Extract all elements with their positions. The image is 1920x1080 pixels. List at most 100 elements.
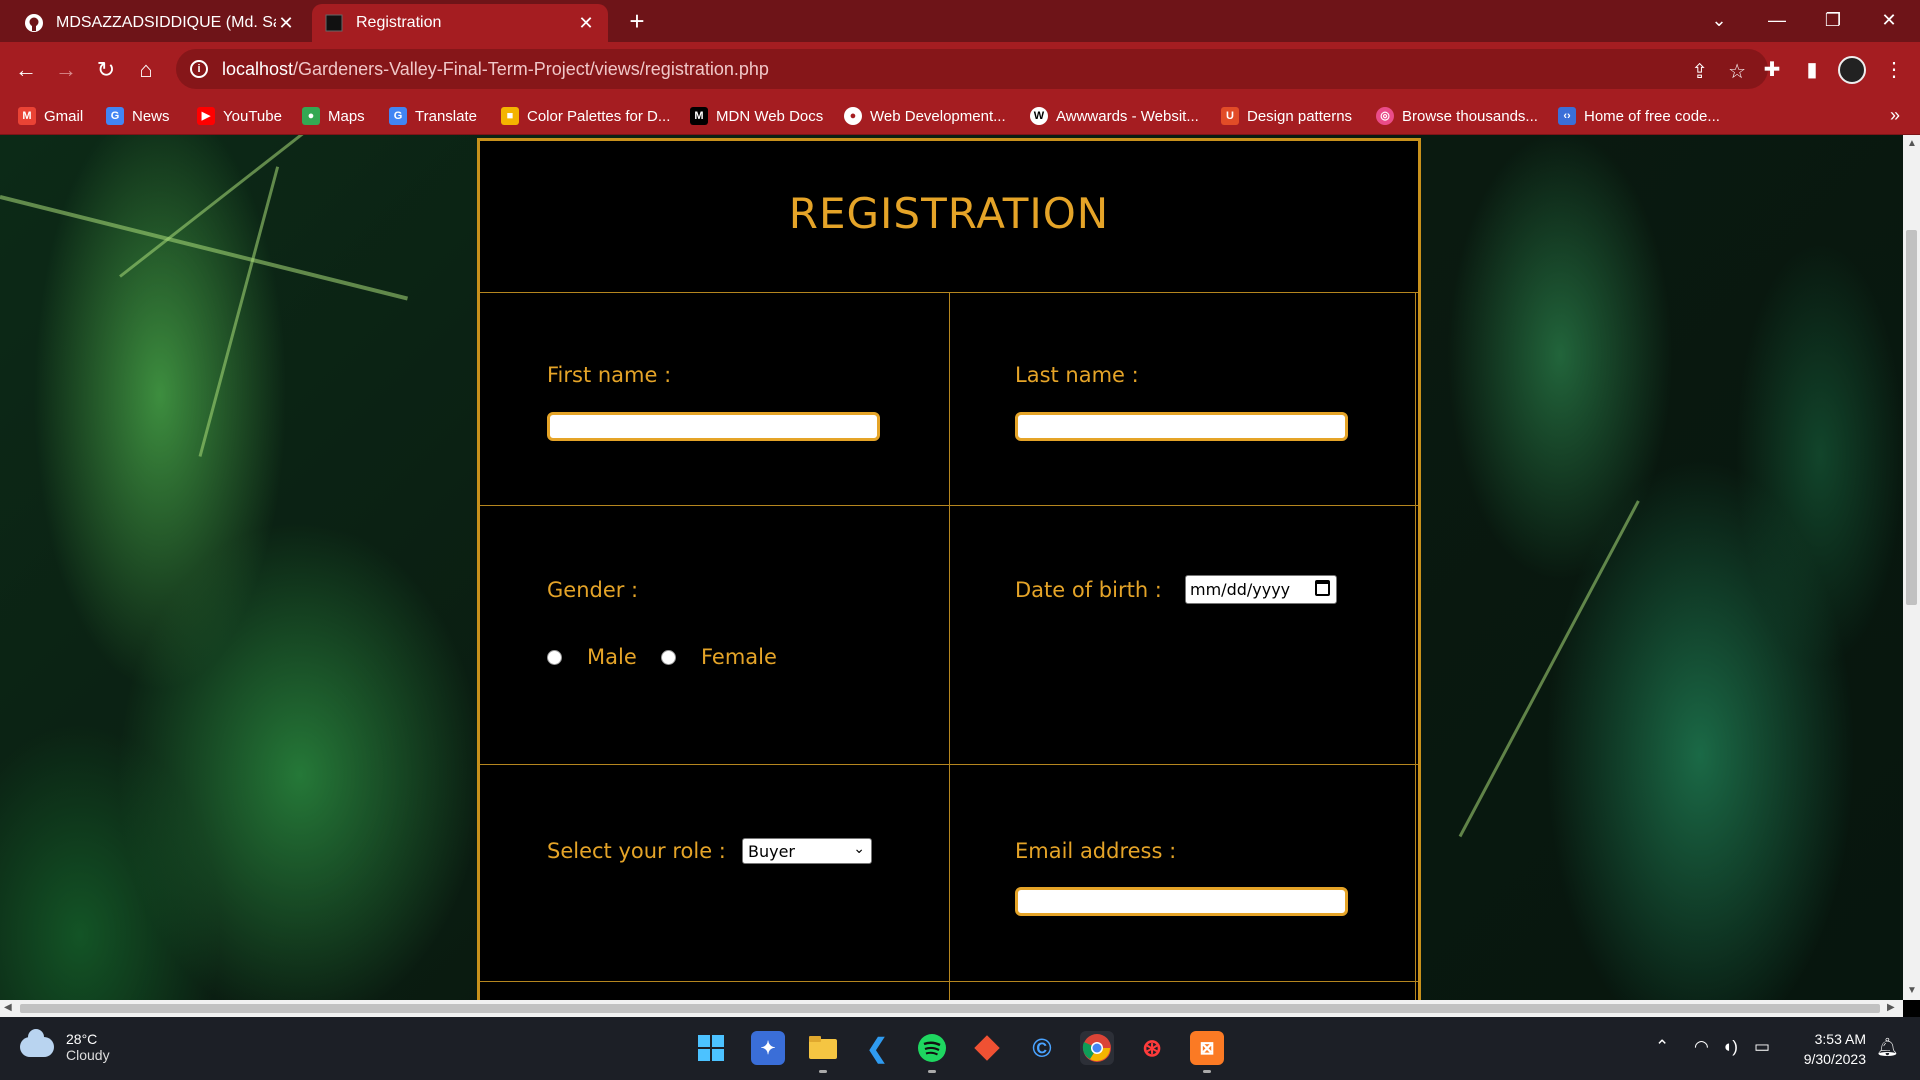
bookmarks-bar: M Gmail G News ▶ YouTube ● Maps G Transl… [0, 97, 1920, 135]
leaf-vein [1458, 500, 1640, 838]
bookmark-label: Color Palettes for D... [527, 107, 671, 125]
home-icon[interactable]: ⌂ [130, 54, 162, 86]
bookmark-awwwards[interactable]: W Awwwards - Websit... [1030, 105, 1199, 127]
bookmark-color-palettes[interactable]: ■ Color Palettes for D... [501, 105, 670, 127]
email-label: Email address : [1015, 839, 1177, 863]
gender-male-label: Male [587, 645, 637, 669]
bookmark-translate[interactable]: G Translate [389, 105, 477, 127]
scroll-left-icon[interactable]: ◀ [4, 1002, 12, 1013]
reload-icon[interactable]: ↻ [90, 54, 122, 86]
star-icon[interactable]: ☆ [1728, 59, 1746, 84]
bookmark-maps[interactable]: ● Maps [302, 105, 365, 127]
bookmark-label: MDN Web Docs [716, 107, 824, 125]
first-name-input[interactable] [547, 412, 880, 441]
github-icon [24, 13, 44, 33]
horizontal-scrollbar[interactable]: ◀ ▶ [0, 1000, 1903, 1017]
maps-icon: ● [302, 107, 320, 125]
browser-toolbar: ← → ↻ ⌂ i localhost/Gardeners-Valley-Fin… [0, 42, 1920, 97]
close-icon[interactable]: ✕ [576, 13, 596, 34]
email-input[interactable] [1015, 887, 1348, 916]
weather-description: Cloudy [66, 1047, 110, 1063]
gender-female-radio[interactable] [661, 650, 676, 665]
last-name-label: Last name : [1015, 363, 1139, 387]
awwwards-icon: W [1030, 107, 1048, 125]
minimize-button[interactable]: — [1750, 0, 1804, 42]
tab-title: MDSAZZADSIDDIQUE (Md. Sazz [56, 14, 276, 31]
date-of-birth-input[interactable]: mm/dd/yyyy [1185, 575, 1337, 604]
bookmark-label: Awwwards - Websit... [1056, 107, 1199, 125]
bookmark-news[interactable]: G News [106, 105, 170, 127]
windows-start-icon[interactable] [694, 1031, 728, 1065]
file-explorer-icon[interactable] [806, 1031, 840, 1073]
tab-search-icon[interactable]: ⌄ [1692, 0, 1746, 42]
tab-title: Registration [356, 14, 442, 31]
avatar[interactable] [1838, 56, 1866, 84]
bookmark-mdn[interactable]: M MDN Web Docs [690, 105, 823, 127]
bookmark-dribbble[interactable]: ◎ Browse thousands... [1376, 105, 1538, 127]
page-viewport: REGISTRATION First name : Last name : Ge… [0, 135, 1903, 1000]
chrome-icon[interactable] [1080, 1031, 1114, 1065]
scroll-up-icon[interactable]: ▲ [1907, 138, 1917, 149]
weather-widget[interactable]: 28°C Cloudy [20, 1029, 110, 1063]
close-icon[interactable]: ✕ [276, 13, 296, 34]
forward-arrow-icon[interactable]: → [50, 54, 82, 86]
scroll-down-icon[interactable]: ▼ [1907, 985, 1917, 996]
wifi-icon[interactable]: ◠ [1694, 1037, 1709, 1057]
extensions-icon[interactable]: ✚ [1756, 54, 1788, 86]
bookmark-youtube[interactable]: ▶ YouTube [197, 105, 282, 127]
page-icon [324, 13, 344, 33]
c-app-icon[interactable]: © [1025, 1031, 1059, 1065]
menu-icon[interactable]: ⋮ [1878, 54, 1910, 86]
bookmark-free-code[interactable]: ‹› Home of free code... [1558, 105, 1720, 127]
tab-registration[interactable]: Registration ✕ [312, 4, 608, 42]
calendar-icon[interactable] [1315, 580, 1330, 596]
first-name-label: First name : [547, 363, 672, 387]
clock-time: 3:53 AM [1814, 1031, 1866, 1047]
last-name-input[interactable] [1015, 412, 1348, 441]
git-icon[interactable] [970, 1031, 1004, 1065]
scroll-right-icon[interactable]: ▶ [1887, 1002, 1895, 1013]
share-icon[interactable]: ⇪ [1691, 59, 1708, 84]
bookmark-label: Browse thousands... [1402, 107, 1538, 125]
clock-date: 9/30/2023 [1803, 1051, 1866, 1067]
palette-icon: ■ [501, 107, 519, 125]
bookmark-label: Gmail [44, 107, 84, 125]
role-select[interactable]: Buyer ⌄ [742, 838, 872, 864]
new-tab-button[interactable]: + [622, 6, 652, 36]
side-panel-icon[interactable]: ▮ [1796, 54, 1828, 86]
code-icon: ‹› [1558, 107, 1576, 125]
volume-icon[interactable]: ◖) [1722, 1037, 1738, 1057]
security-app-icon[interactable]: ⊛ [1135, 1031, 1169, 1065]
back-arrow-icon[interactable]: ← [10, 54, 42, 86]
battery-icon[interactable]: ▭ [1754, 1037, 1770, 1057]
bookmark-gmail[interactable]: M Gmail [18, 105, 83, 127]
xampp-icon[interactable]: ⊠ [1190, 1031, 1224, 1073]
scrollbar-thumb[interactable] [1906, 230, 1917, 605]
bookmark-web-development[interactable]: ● Web Development... [844, 105, 1006, 127]
tab-github[interactable]: MDSAZZADSIDDIQUE (Md. Sazz ✕ [12, 4, 308, 42]
more-bookmarks-icon[interactable]: » [1890, 105, 1900, 126]
notification-bell-icon[interactable]: 🔔︎ [1876, 1037, 1899, 1058]
vertical-scrollbar[interactable]: ▲ ▼ [1903, 135, 1920, 1000]
scrollbar-thumb[interactable] [20, 1004, 1880, 1013]
mdn-icon: M [690, 107, 708, 125]
bookmark-design-patterns[interactable]: U Design patterns [1221, 105, 1352, 127]
chevron-up-icon[interactable]: ⌃ [1655, 1037, 1669, 1057]
clock[interactable]: 3:53 AM 9/30/2023 [1790, 1029, 1866, 1069]
leaf-vein [119, 135, 405, 278]
role-label: Select your role : [547, 839, 726, 863]
restore-button[interactable]: ❐ [1806, 0, 1860, 42]
close-window-button[interactable]: ✕ [1862, 0, 1916, 42]
cloud-icon [20, 1029, 54, 1057]
site-info-icon[interactable]: i [190, 60, 208, 78]
google-news-icon: G [106, 107, 124, 125]
address-bar[interactable]: i localhost/Gardeners-Valley-Final-Term-… [176, 49, 1768, 89]
copilot-icon[interactable]: ✦ [751, 1031, 785, 1065]
gender-label: Gender : [547, 578, 639, 602]
gender-male-radio[interactable] [547, 650, 562, 665]
spotify-icon[interactable] [915, 1031, 949, 1073]
webdev-icon: ● [844, 107, 862, 125]
bookmark-label: Web Development... [870, 107, 1006, 125]
date-of-birth-label: Date of birth : [1015, 578, 1162, 602]
vscode-icon[interactable]: ❮ [860, 1031, 894, 1065]
